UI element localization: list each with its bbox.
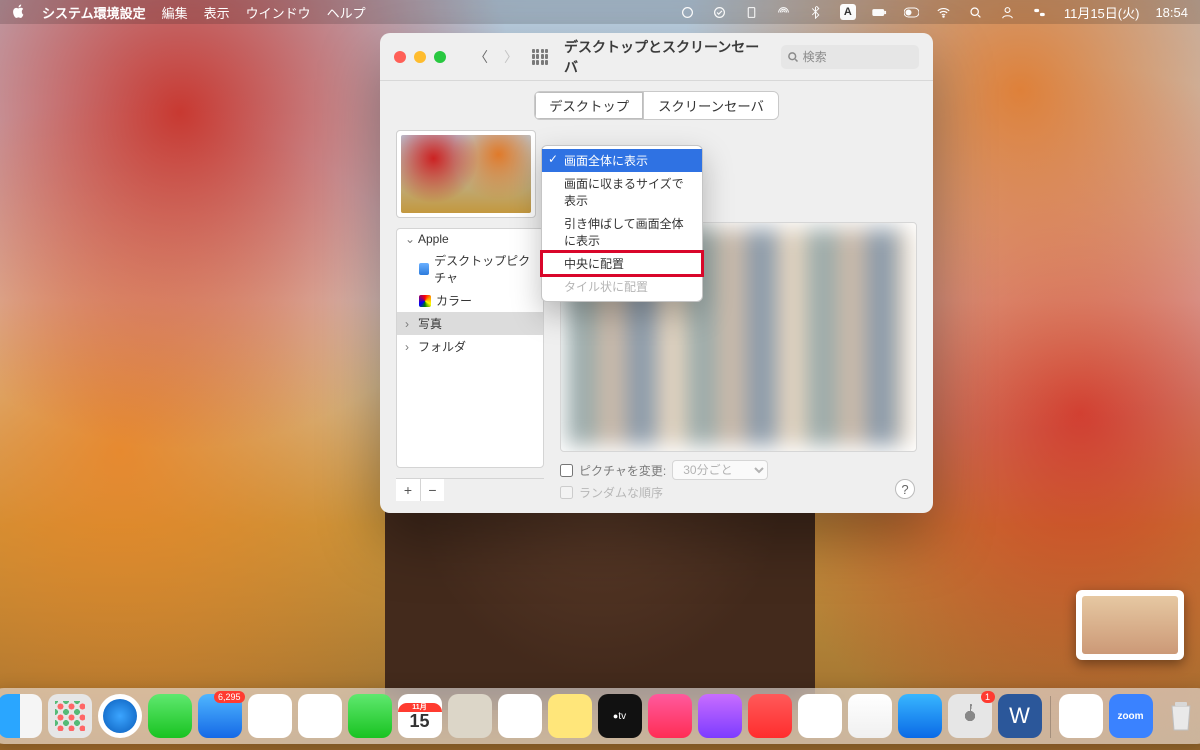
dock-finder-icon[interactable] [0,694,42,738]
status-input-icon[interactable]: A [840,4,856,20]
fit-option-stretch[interactable]: 引き伸ばして画面全体に表示 [542,212,702,252]
remove-source-button[interactable]: − [420,479,444,501]
help-button[interactable]: ? [895,479,915,499]
dock-tv-icon[interactable]: ●tv [598,694,642,738]
wallpaper-preview [396,130,536,218]
dock-facetime-icon[interactable] [348,694,392,738]
dock: 6,295 11月15 ●tv 1 W zoom [0,688,1200,744]
menubar-date[interactable]: 11月15日(火) [1064,3,1140,22]
change-picture-row: ピクチャを変更: 30分ごと [560,460,917,480]
dock-trash-icon[interactable] [1159,694,1200,738]
tab-screensaver[interactable]: スクリーンセーバ [643,92,778,119]
change-interval-select[interactable]: 30分ごと [672,460,768,480]
menu-view[interactable]: 表示 [204,3,230,22]
screenshot-preview-thumbnail[interactable] [1076,590,1184,660]
dock-word-icon[interactable]: W [998,694,1042,738]
dock-mail-icon[interactable]: 6,295 [198,694,242,738]
close-button[interactable] [394,51,406,63]
dock-photos-icon[interactable] [298,694,342,738]
add-source-button[interactable]: + [396,479,420,501]
fit-option-fill[interactable]: 画面全体に表示 [542,149,702,172]
menu-help[interactable]: ヘルプ [327,3,366,22]
tab-segment: デスクトップ スクリーンセーバ [534,91,779,120]
status-app2-icon[interactable] [712,5,728,19]
change-picture-checkbox[interactable] [560,464,573,477]
status-airplay-icon[interactable] [776,5,792,19]
status-bluetooth-icon[interactable] [808,5,824,19]
dock-zoom-icon[interactable]: zoom [1109,694,1153,738]
dock-numbers-icon[interactable] [798,694,842,738]
forward-button[interactable]: 〉 [500,44,522,70]
dock-appstore-icon[interactable] [898,694,942,738]
menu-window[interactable]: ウインドウ [246,3,311,22]
tree-item-colors[interactable]: カラー [397,289,543,312]
status-control-center-icon[interactable] [1032,5,1048,19]
tab-desktop[interactable]: デスクトップ [535,92,643,119]
change-picture-label: ピクチャを変更: [579,462,666,479]
dock-system-preferences-icon[interactable]: 1 [948,694,992,738]
status-wifi-icon[interactable] [936,5,952,19]
dock-launchpad-icon[interactable] [48,694,92,738]
status-spotlight-icon[interactable] [968,5,984,19]
status-clipboard-icon[interactable] [744,5,760,19]
menu-bar: システム環境設定 編集 表示 ウインドウ ヘルプ A 11月15日(火) 18:… [0,0,1200,24]
dock-downloads-icon[interactable] [1059,694,1103,738]
source-list[interactable]: ⌄Apple デスクトップピクチャ カラー ›写真 ›フォルダ [396,228,544,468]
menu-app-name[interactable]: システム環境設定 [42,3,146,22]
dock-calendar-icon[interactable]: 11月15 [398,694,442,738]
fit-mode-dropdown: 画面全体に表示 画面に収まるサイズで表示 引き伸ばして画面全体に表示 中央に配置… [541,145,703,302]
tree-section-photos[interactable]: ›写真 [397,312,543,335]
back-button[interactable]: 〈 [470,44,492,70]
dock-separator [1050,696,1051,738]
apple-menu-icon[interactable] [12,4,26,21]
tree-section-apple[interactable]: ⌄Apple [397,229,543,249]
dock-reminders-icon[interactable] [498,694,542,738]
pref-badge: 1 [981,691,995,703]
dock-keynote-icon[interactable] [848,694,892,738]
dock-podcasts-icon[interactable] [698,694,742,738]
window-titlebar[interactable]: 〈 〉 デスクトップとスクリーンセーバ 検索 [380,33,933,81]
random-order-checkbox[interactable] [560,486,573,499]
window-title: デスクトップとスクリーンセーバ [564,37,771,77]
search-placeholder: 検索 [803,48,827,65]
source-list-footer: + − [396,478,544,501]
zoom-button[interactable] [434,51,446,63]
mail-badge: 6,295 [214,691,245,703]
random-order-row: ランダムな順序 [560,484,917,501]
dock-messages-icon[interactable] [148,694,192,738]
dock-news-icon[interactable] [748,694,792,738]
status-user-icon[interactable] [1000,5,1016,19]
dock-music-icon[interactable] [648,694,692,738]
menu-edit[interactable]: 編集 [162,3,188,22]
menubar-time[interactable]: 18:54 [1155,5,1188,20]
status-toggle-icon[interactable] [904,5,920,19]
random-order-label: ランダムな順序 [579,484,663,501]
fit-option-tile[interactable]: タイル状に配置 [542,275,702,298]
show-all-button[interactable] [532,49,548,65]
search-field[interactable]: 検索 [781,45,919,69]
traffic-lights [394,51,446,63]
dock-maps-icon[interactable] [248,694,292,738]
status-battery-icon[interactable] [872,5,888,19]
dock-safari-icon[interactable] [98,694,142,738]
tree-item-desktop-pictures[interactable]: デスクトップピクチャ [397,249,543,289]
dock-contacts-icon[interactable] [448,694,492,738]
minimize-button[interactable] [414,51,426,63]
fit-option-center[interactable]: 中央に配置 [542,252,702,275]
dock-notes-icon[interactable] [548,694,592,738]
fit-option-fit[interactable]: 画面に収まるサイズで表示 [542,172,702,212]
status-app1-icon[interactable] [680,5,696,19]
tree-section-folders[interactable]: ›フォルダ [397,335,543,358]
